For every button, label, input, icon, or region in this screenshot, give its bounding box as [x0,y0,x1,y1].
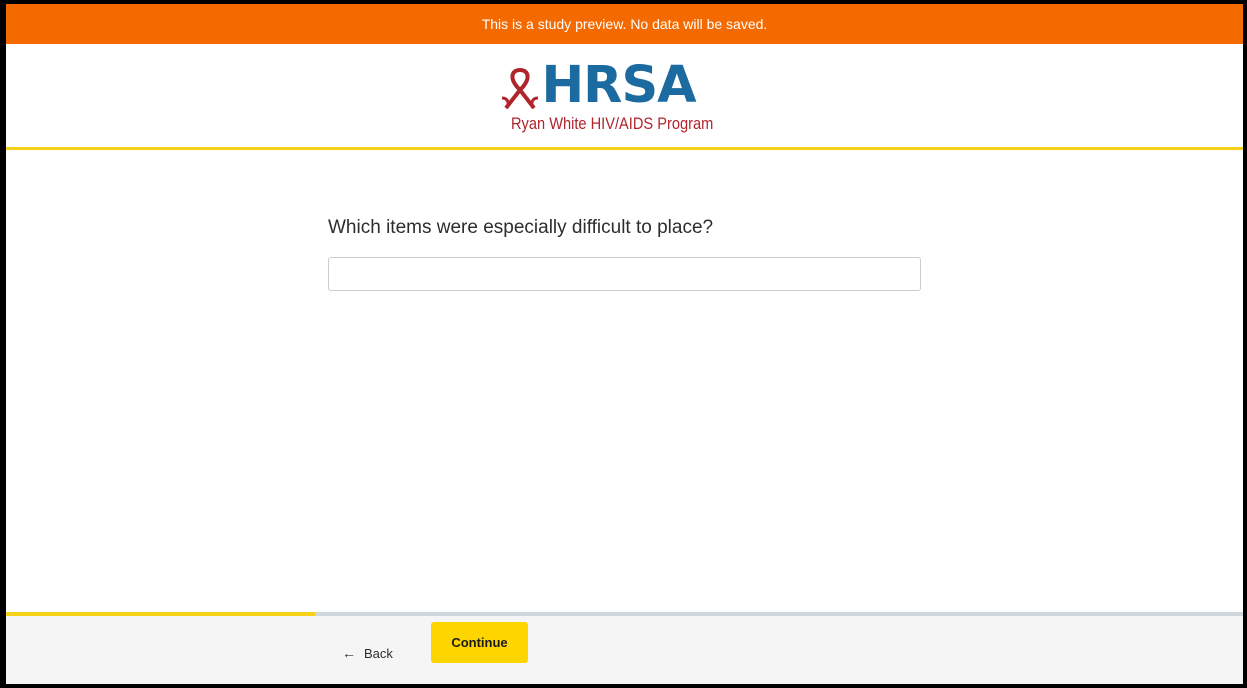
answer-input[interactable] [328,257,921,291]
app-frame: This is a study preview. No data will be… [6,4,1243,684]
back-button[interactable]: ← Back [342,633,393,673]
hrsa-logo: HRSA Ryan White HIV/AIDS Program [500,56,750,136]
awareness-ribbon-icon [501,67,538,109]
back-button-label: Back [364,645,393,661]
header: HRSA Ryan White HIV/AIDS Program [6,44,1243,150]
logo-subtitle: Ryan White HIV/AIDS Program [510,113,713,133]
logo-name: HRSA [541,55,697,115]
arrow-left-icon: ← [342,645,356,661]
question-text: Which items were especially difficult to… [328,217,714,238]
preview-banner-text: This is a study preview. No data will be… [481,16,768,32]
preview-banner: This is a study preview. No data will be… [6,4,1243,44]
continue-button[interactable]: Continue [431,622,528,663]
footer: ← Back Continue [6,616,1243,684]
